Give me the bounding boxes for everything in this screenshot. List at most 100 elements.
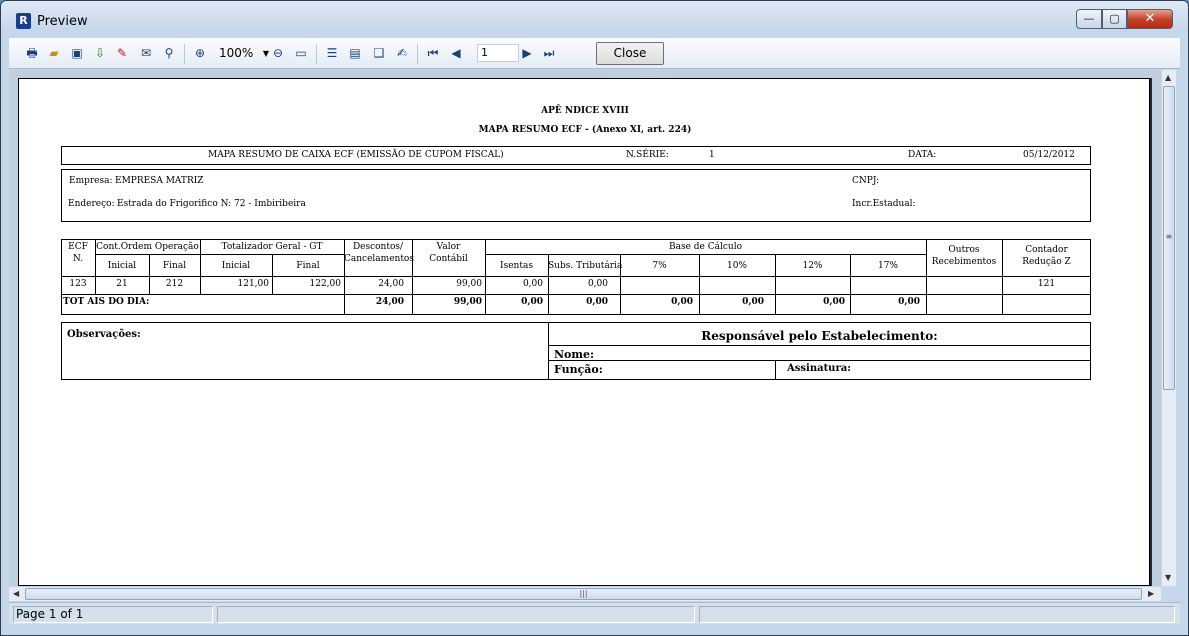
status-panel-3 [699, 606, 1175, 623]
row-descontos: 24,00 [378, 279, 404, 289]
col-cancelamentos: Cancelamentos [344, 254, 414, 264]
printer-icon[interactable]: 🖶 [23, 44, 41, 62]
outline-icon[interactable]: ☰ [323, 44, 341, 62]
preview-viewport[interactable]: APÊ NDICE XVIII MAPA RESUMO ECF - (Anexo… [9, 70, 1161, 586]
nserie-value: 1 [709, 150, 715, 160]
save-icon[interactable]: ▣ [68, 44, 86, 62]
minimize-button[interactable]: — [1076, 9, 1102, 29]
scroll-right-icon[interactable]: ▶ [1148, 589, 1154, 598]
scroll-up-icon[interactable]: ▲ [1165, 73, 1171, 82]
export-icon[interactable]: ⇩ [91, 44, 109, 62]
col-reducao-z: Redução Z [1022, 257, 1071, 267]
edit-page-icon[interactable]: ✍ [393, 44, 411, 62]
row-cont-inicial: 21 [116, 279, 128, 289]
toolbar-separator [316, 44, 317, 64]
col-cont-final: Final [162, 261, 187, 271]
col-cont-ordem: Cont.Ordem Operação [96, 242, 199, 252]
col-12: 12% [802, 261, 823, 271]
zoom-in-icon[interactable]: ⊕ [191, 44, 209, 62]
col-ecf: ECF [68, 242, 88, 252]
empresa-value: EMPRESA MATRIZ [115, 176, 204, 186]
open-folder-icon[interactable]: ▰ [45, 44, 63, 62]
prev-page-icon[interactable]: ◀ [447, 44, 465, 62]
row-valor: 99,00 [456, 279, 482, 289]
page-settings-icon[interactable]: ❑ [370, 44, 388, 62]
last-page-icon[interactable]: ⏭ [540, 44, 558, 62]
page-number-input[interactable]: 1 [477, 44, 519, 62]
nome-label: Nome: [554, 348, 595, 361]
vertical-scroll-thumb[interactable]: ≡ [1163, 86, 1175, 390]
endereco-label: Endereço: [68, 199, 115, 209]
empresa-label: Empresa: [69, 176, 113, 186]
horizontal-scrollbar[interactable]: ◀ ||| ▶ [9, 586, 1161, 601]
first-page-icon[interactable]: ⏮ [424, 44, 442, 62]
row-ecf: 123 [69, 279, 87, 289]
col-tot-inicial: Inicial [221, 261, 251, 271]
endereco-value: Estrada do Frigorifico N: 72 - Imbiribei… [117, 199, 306, 209]
preview-window: R Preview — ▢ ✕ 🖶 ▰ ▣ ⇩ ✎ ✉ ⚲ ⊕ 100% ▼ ⊖… [0, 0, 1189, 636]
assinatura-label: Assinatura: [787, 363, 851, 374]
totals-subs: 0,00 [586, 297, 608, 307]
observacoes-label: Observações: [67, 329, 141, 340]
title-bar[interactable]: R Preview — ▢ ✕ [1, 1, 1188, 37]
app-icon: R [16, 13, 31, 29]
col-17: 17% [877, 261, 898, 271]
col-base-calculo: Base de Cálculo [669, 242, 742, 252]
row-tot-final: 122,00 [309, 279, 342, 289]
cnpj-label: CNPJ: [852, 176, 880, 186]
scroll-down-icon[interactable]: ▼ [1165, 573, 1171, 582]
totals-17: 0,00 [898, 297, 920, 307]
email-icon[interactable]: ✉ [137, 44, 155, 62]
toolbar-separator [417, 44, 418, 64]
row-isentas: 0,00 [522, 279, 543, 289]
responsavel-label: Responsável pelo Estabelecimento: [701, 329, 938, 343]
data-label: DATA: [908, 150, 937, 160]
find-icon[interactable]: ⚲ [160, 44, 178, 62]
zoom-select[interactable]: 100% ▼ [219, 44, 269, 63]
col-recebimentos: Recebimentos [931, 257, 997, 267]
thumbnails-icon[interactable]: ▤ [346, 44, 364, 62]
window-title: Preview [37, 14, 88, 29]
col-totalizador: Totalizador Geral - GT [221, 242, 323, 252]
status-panel-2 [217, 606, 695, 623]
toolbar: 🖶 ▰ ▣ ⇩ ✎ ✉ ⚲ ⊕ 100% ▼ ⊖ ▭ ☰ ▤ ❑ ✍ ⏮ ◀ 1… [9, 38, 1180, 69]
col-7: 7% [652, 261, 667, 271]
col-descontos: Descontos/ [352, 242, 404, 252]
col-contador: Contador [1025, 245, 1068, 255]
row-contador: 121 [1037, 279, 1056, 289]
report-page: APÊ NDICE XVIII MAPA RESUMO ECF - (Anexo… [18, 78, 1150, 586]
zoom-out-icon[interactable]: ⊖ [269, 44, 287, 62]
data-value: 05/12/2012 [1023, 150, 1075, 160]
vertical-scrollbar[interactable]: ▲ ≡ ▼ [1161, 70, 1176, 586]
totals-valor: 99,00 [453, 297, 482, 307]
nserie-label: N.SÉRIE: [626, 150, 669, 160]
totals-10: 0,00 [742, 297, 764, 307]
scroll-left-icon[interactable]: ◀ [13, 589, 19, 598]
close-window-button[interactable]: ✕ [1127, 9, 1173, 29]
totals-7: 0,00 [671, 297, 693, 307]
funcao-label: Função: [554, 363, 603, 376]
report-subtitle: MAPA RESUMO ECF - (Anexo XI, art. 224) [478, 125, 692, 135]
next-page-icon[interactable]: ▶ [518, 44, 536, 62]
col-subs: Subs. Tributária [548, 261, 623, 271]
mapa-label: MAPA RESUMO DE CAIXA ECF (EMISSÃO DE CUP… [208, 150, 504, 160]
status-bar: Page 1 of 1 [9, 602, 1180, 624]
col-ecf-n: N. [72, 254, 84, 264]
toolbar-separator [184, 44, 185, 64]
maximize-button[interactable]: ▢ [1102, 9, 1127, 29]
col-contabil: Contábil [429, 254, 468, 264]
col-tot-final: Final [296, 261, 320, 271]
full-screen-icon[interactable]: ▭ [292, 44, 310, 62]
zoom-value: 100% [219, 46, 254, 60]
totals-label: TOT AIS DO DIA: [63, 297, 150, 307]
close-button[interactable]: Close [596, 42, 664, 65]
pdf-icon[interactable]: ✎ [113, 44, 131, 62]
col-valor: Valor [436, 242, 461, 252]
horizontal-scroll-thumb[interactable]: ||| [25, 588, 1142, 600]
totals-isentas: 0,00 [521, 297, 543, 307]
col-isentas: Isentas [500, 261, 533, 271]
empresa-box [61, 169, 1091, 222]
col-10: 10% [726, 261, 747, 271]
row-tot-inicial: 121,00 [237, 279, 270, 289]
report-title: APÊ NDICE XVIII [541, 106, 629, 116]
